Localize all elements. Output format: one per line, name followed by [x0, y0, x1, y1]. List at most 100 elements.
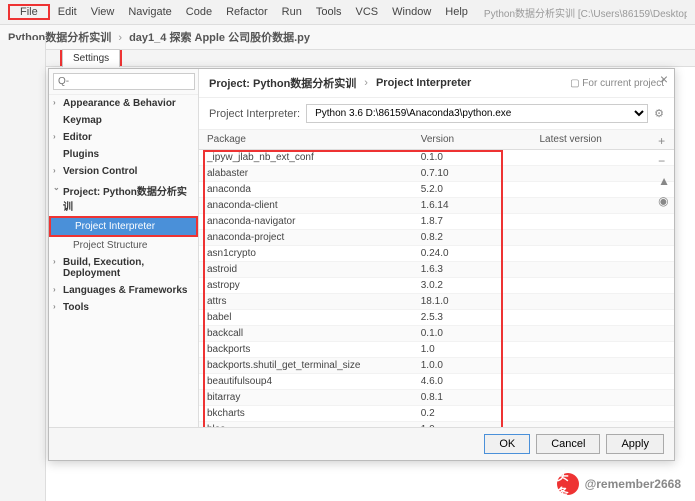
add-icon[interactable]: +: [658, 134, 670, 148]
expand-arrow-icon: ›: [53, 132, 56, 141]
close-icon[interactable]: ×: [660, 71, 668, 87]
remove-icon[interactable]: −: [658, 154, 670, 168]
pkg-latest: [532, 166, 675, 182]
tree-item-3[interactable]: Plugins: [49, 146, 198, 163]
table-row[interactable]: bitarray0.8.1: [199, 390, 674, 406]
search-row: ⚙: [49, 69, 198, 95]
table-row[interactable]: backports.shutil_get_terminal_size1.0.0: [199, 358, 674, 374]
pkg-name: beautifulsoup4: [199, 374, 413, 390]
menu-navigate[interactable]: Navigate: [122, 4, 177, 20]
tree-item-1[interactable]: Keymap: [49, 112, 198, 129]
table-row[interactable]: anaconda-navigator1.8.7: [199, 214, 674, 230]
pkg-name: astroid: [199, 262, 413, 278]
table-row[interactable]: attrs18.1.0: [199, 294, 674, 310]
col-latest[interactable]: Latest version: [532, 130, 675, 150]
chevron-right-icon: ›: [118, 32, 122, 44]
table-row[interactable]: alabaster0.7.10: [199, 166, 674, 182]
settings-tab-highlight: Settings: [60, 50, 122, 66]
dialog-footer: OK Cancel Apply: [49, 427, 674, 460]
package-table: Package Version Latest version _ipyw_jla…: [199, 130, 674, 427]
breadcrumb: Python数据分析实训 › day1_4 探索 Apple 公司股价数据.py: [0, 25, 695, 50]
table-row[interactable]: bkcharts0.2: [199, 406, 674, 422]
table-row[interactable]: backcall0.1.0: [199, 326, 674, 342]
settings-dialog: × ⚙ ›Appearance & BehaviorKeymap›EditorP…: [48, 68, 675, 461]
pkg-version: 5.2.0: [413, 182, 532, 198]
pkg-latest: [532, 390, 675, 406]
table-row[interactable]: backports1.0: [199, 342, 674, 358]
table-row[interactable]: anaconda-client1.6.14: [199, 198, 674, 214]
pkg-name: asn1crypto: [199, 246, 413, 262]
tree-item-5[interactable]: ⌄Project: Python数据分析实训: [49, 180, 198, 216]
breadcrumb-file[interactable]: day1_4 探索 Apple 公司股价数据.py: [129, 32, 310, 44]
menu-help[interactable]: Help: [439, 4, 474, 20]
table-row[interactable]: beautifulsoup44.6.0: [199, 374, 674, 390]
pkg-version: 4.6.0: [413, 374, 532, 390]
menu-edit[interactable]: Edit: [52, 4, 83, 20]
header-crumb-interpreter: Project Interpreter: [376, 77, 471, 89]
pkg-version: 0.8.1: [413, 390, 532, 406]
settings-main: Project: Python数据分析实训 › Project Interpre…: [199, 69, 674, 427]
tree-item-2[interactable]: ›Editor: [49, 129, 198, 146]
chevron-right-icon: ›: [364, 77, 368, 89]
menu-run[interactable]: Run: [276, 4, 308, 20]
ok-button[interactable]: OK: [484, 434, 530, 454]
expand-arrow-icon: ›: [53, 285, 56, 294]
table-row[interactable]: astroid1.6.3: [199, 262, 674, 278]
interpreter-select[interactable]: Python 3.6 D:\86159\Anaconda3\python.exe: [306, 104, 648, 123]
pkg-latest: [532, 230, 675, 246]
tree-item-0[interactable]: ›Appearance & Behavior: [49, 95, 198, 112]
menu-code[interactable]: Code: [180, 4, 218, 20]
tree-item-9[interactable]: › Languages & Frameworks: [49, 282, 198, 299]
interpreter-row: Project Interpreter: Python 3.6 D:\86159…: [199, 98, 674, 130]
pkg-version: 18.1.0: [413, 294, 532, 310]
pkg-latest: [532, 198, 675, 214]
menu-refactor[interactable]: Refactor: [220, 4, 274, 20]
menu-view[interactable]: View: [85, 4, 121, 20]
tab-settings[interactable]: Settings: [62, 49, 120, 67]
apply-button[interactable]: Apply: [606, 434, 664, 454]
pkg-name: blas: [199, 422, 413, 428]
col-package[interactable]: Package: [199, 130, 413, 150]
menu-window[interactable]: Window: [386, 4, 437, 20]
pkg-name: bitarray: [199, 390, 413, 406]
table-row[interactable]: blas1.0: [199, 422, 674, 428]
col-version[interactable]: Version: [413, 130, 532, 150]
pkg-name: attrs: [199, 294, 413, 310]
menu-vcs[interactable]: VCS: [350, 4, 385, 20]
package-tools: + − ▲ ◉: [656, 130, 672, 212]
tree-item-6[interactable]: Project Interpreter: [51, 218, 196, 235]
upgrade-icon[interactable]: ▲: [658, 174, 670, 188]
gear-icon[interactable]: ⚙: [654, 107, 664, 120]
cancel-button[interactable]: Cancel: [536, 434, 600, 454]
tree-item-8[interactable]: ›Build, Execution, Deployment: [49, 254, 198, 282]
interpreter-label: Project Interpreter:: [209, 108, 300, 120]
search-input[interactable]: [53, 73, 195, 90]
tree-item-label: Build, Execution, Deployment: [63, 257, 144, 279]
eye-icon[interactable]: ◉: [658, 194, 670, 208]
pkg-latest: [532, 214, 675, 230]
table-row[interactable]: anaconda-project0.8.2: [199, 230, 674, 246]
expand-arrow-icon: ›: [53, 302, 56, 311]
tree-item-label: Project Interpreter: [75, 221, 155, 232]
table-row[interactable]: astropy3.0.2: [199, 278, 674, 294]
pkg-name: bkcharts: [199, 406, 413, 422]
pkg-version: 0.24.0: [413, 246, 532, 262]
table-row[interactable]: _ipyw_jlab_nb_ext_conf0.1.0: [199, 150, 674, 166]
tree-item-7[interactable]: Project Structure: [49, 237, 198, 254]
pkg-latest: [532, 262, 675, 278]
tree-item-10[interactable]: › Tools: [49, 299, 198, 316]
tree-item-label: Tools: [63, 302, 89, 313]
settings-tree: ›Appearance & BehaviorKeymap›EditorPlugi…: [49, 95, 198, 316]
table-row[interactable]: anaconda5.2.0: [199, 182, 674, 198]
pkg-name: _ipyw_jlab_nb_ext_conf: [199, 150, 413, 166]
pkg-version: 1.6.3: [413, 262, 532, 278]
watermark: 头条 @remember2668: [557, 473, 681, 495]
table-row[interactable]: babel2.5.3: [199, 310, 674, 326]
pkg-version: 2.5.3: [413, 310, 532, 326]
menu-file[interactable]: File: [14, 4, 44, 20]
table-row[interactable]: asn1crypto0.24.0: [199, 246, 674, 262]
tree-item-label: Languages & Frameworks: [63, 285, 187, 296]
tree-item-4[interactable]: ›Version Control: [49, 163, 198, 180]
menu-tools[interactable]: Tools: [310, 4, 348, 20]
pkg-latest: [532, 310, 675, 326]
